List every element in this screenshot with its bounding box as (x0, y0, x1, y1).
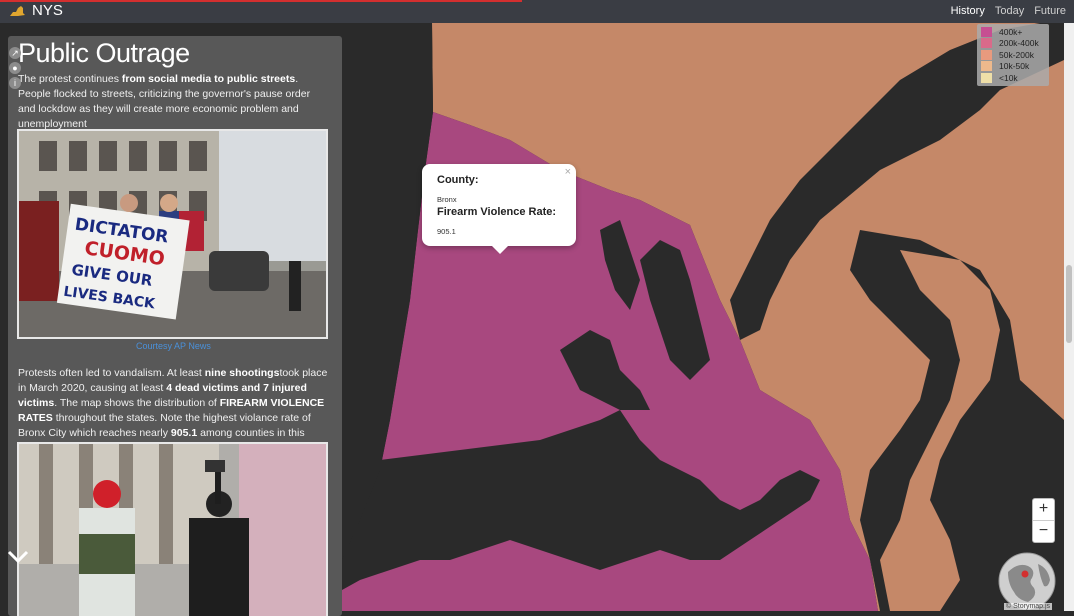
github-icon[interactable]: ● (9, 62, 21, 74)
legend-item: 200k-400k (981, 38, 1049, 50)
popup-close-button[interactable]: × (565, 166, 571, 178)
legend-swatch (981, 72, 992, 83)
bold-span: nine shootings (204, 367, 280, 379)
legend-label: 10k-50k (999, 61, 1030, 72)
legend-label: <10k (999, 72, 1018, 83)
top-bar: NYS History Today Future (0, 0, 1074, 23)
location-marker-icon (1021, 570, 1029, 578)
legend-item: 50k-200k (981, 49, 1049, 61)
nav-future[interactable]: Future (1034, 5, 1066, 17)
legend-swatch (981, 61, 992, 72)
zoom-out-button[interactable]: − (1033, 521, 1054, 542)
scrollbar-thumb[interactable] (1066, 265, 1072, 343)
top-nav: History Today Future (951, 5, 1066, 17)
info-icon[interactable]: i (9, 77, 21, 89)
paragraph-intro: The protest continues from social media … (18, 72, 330, 132)
text-span: Protests often led to vandalism. At leas… (18, 367, 205, 379)
zoom-control: + − (1032, 498, 1055, 543)
county-popup: × County: Bronx Firearm Violence Rate: 9… (422, 164, 576, 254)
bold-span: 905.1 (170, 427, 198, 439)
protest-photo-1: DICTATOR CUOMO GIVE OUR LIVES BACK (17, 129, 328, 339)
story-sidebar[interactable]: Public Outrage The protest continues fro… (8, 36, 342, 616)
text-span: . The map shows the distribution of (54, 397, 220, 409)
legend-label: 200k-400k (999, 38, 1039, 49)
legend-swatch (981, 38, 992, 49)
scroll-down-icon[interactable] (6, 549, 30, 565)
bold-span: from social media to public streets (121, 73, 296, 85)
popup-county-value: Bronx (437, 195, 457, 204)
nys-state-icon (10, 5, 25, 16)
brand[interactable]: NYS (8, 2, 63, 19)
brand-name: NYS (32, 2, 63, 19)
share-icon[interactable]: ↗ (9, 47, 21, 59)
legend-item: <10k (981, 72, 1049, 84)
page-title: Public Outrage (18, 38, 190, 68)
protest-photo-1-image: DICTATOR CUOMO GIVE OUR LIVES BACK (19, 131, 326, 337)
popup-rate-value: 905.1 (437, 227, 456, 236)
globe-locator-icon[interactable] (998, 552, 1056, 610)
legend-label: 400k+ (999, 26, 1023, 37)
photo-credit-link[interactable]: Courtesy AP News (136, 341, 211, 351)
legend-item: 10k-50k (981, 61, 1049, 73)
popup-county-label: County: (437, 174, 479, 186)
map-legend: 400k+ 200k-400k 50k-200k 10k-50k <10k (977, 24, 1049, 86)
legend-swatch (981, 26, 992, 37)
popup-rate-label: Firearm Violence Rate: (437, 206, 557, 218)
legend-swatch (981, 49, 992, 60)
protest-photo-2 (17, 442, 328, 616)
nav-today[interactable]: Today (995, 5, 1024, 17)
page-scrollbar[interactable] (1064, 23, 1074, 611)
zoom-in-button[interactable]: + (1033, 499, 1054, 521)
story-progress-bar (0, 0, 522, 2)
sidebar-icon-group: ↗ ● i (9, 47, 21, 89)
legend-item: 400k+ (981, 26, 1049, 38)
map-attribution[interactable]: © Storymap.js (1004, 603, 1053, 610)
nav-history[interactable]: History (951, 5, 985, 17)
legend-label: 50k-200k (999, 49, 1034, 60)
text-span: The protest continues (18, 73, 122, 85)
protest-photo-2-image (19, 444, 326, 616)
